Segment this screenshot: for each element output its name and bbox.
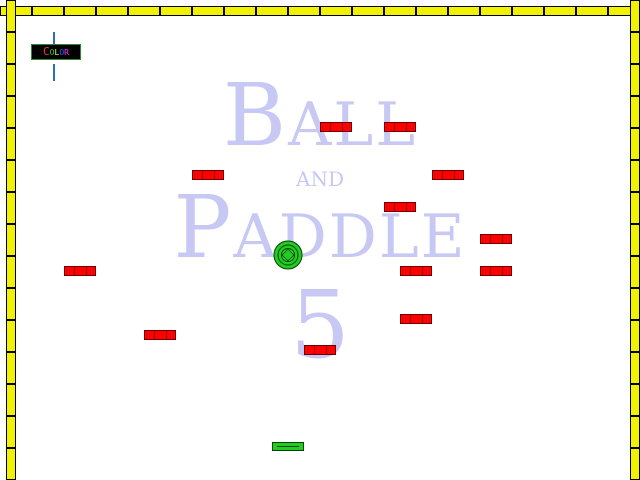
color-toggle-tick-bottom xyxy=(53,64,55,81)
game-playfield[interactable]: Ball and Paddle 5 Color xyxy=(0,0,640,480)
brick xyxy=(192,170,224,180)
brick xyxy=(64,266,96,276)
title-number: 5 xyxy=(290,271,350,380)
ball xyxy=(273,240,303,270)
brick xyxy=(384,122,416,132)
top-wall xyxy=(0,6,640,16)
brick xyxy=(384,202,416,212)
brick xyxy=(320,122,352,132)
color-toggle-button[interactable]: Color xyxy=(31,44,81,60)
brick xyxy=(480,266,512,276)
brick xyxy=(400,266,432,276)
brick xyxy=(400,314,432,324)
brick xyxy=(432,170,464,180)
brick xyxy=(304,345,336,355)
color-letter: C xyxy=(43,45,50,58)
brick xyxy=(144,330,176,340)
color-toggle-tick-top xyxy=(53,32,55,44)
brick xyxy=(480,234,512,244)
title-ball: Ball xyxy=(222,66,418,166)
color-letter: r xyxy=(64,45,69,58)
paddle[interactable] xyxy=(272,442,304,451)
title-paddle: Paddle xyxy=(173,178,467,278)
